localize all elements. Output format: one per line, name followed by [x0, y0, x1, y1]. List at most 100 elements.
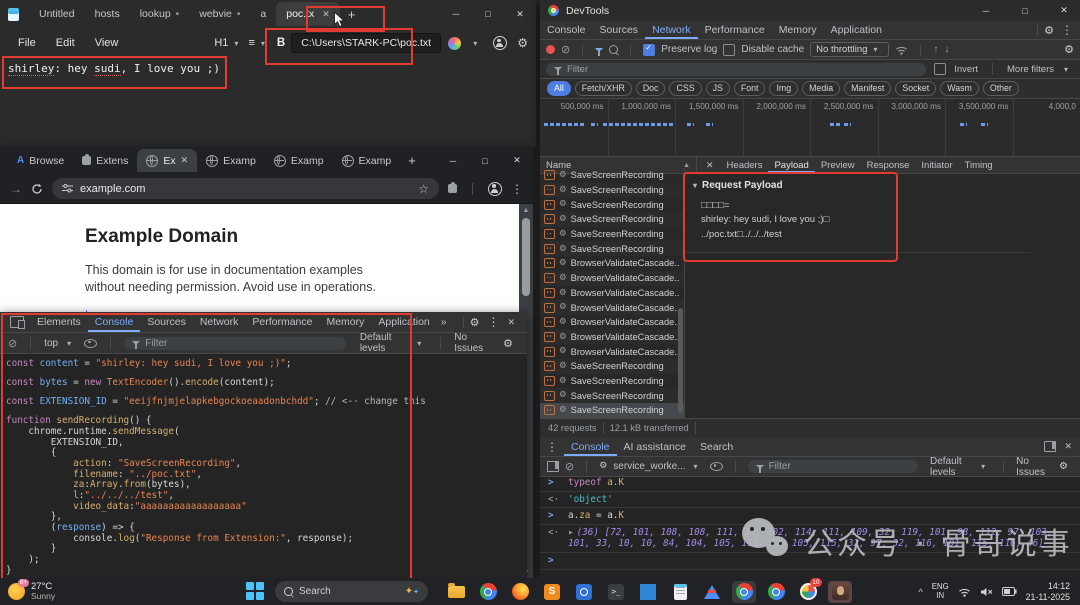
clock[interactable]: 14:12 21-11-2025: [1026, 581, 1070, 603]
more-filters-dropdown[interactable]: More filters: [1007, 64, 1054, 75]
settings-gear-icon[interactable]: ⚙: [470, 317, 480, 328]
bookmark-star-icon[interactable]: ☆: [418, 182, 429, 196]
taskbar-chrome-active[interactable]: [732, 581, 756, 603]
tab-console[interactable]: Console: [540, 21, 593, 39]
notepad-new-tab-button[interactable]: +: [348, 7, 356, 22]
close-tab-icon[interactable]: ✕: [322, 9, 330, 20]
request-row[interactable]: ⚙BrowserValidateCascade...: [540, 300, 684, 315]
taskbar-vscode[interactable]: [636, 581, 660, 603]
minimize-button[interactable]: ─: [970, 0, 1002, 24]
chip-js[interactable]: JS: [706, 81, 730, 95]
tab-network[interactable]: Network: [193, 312, 246, 332]
tab-sources[interactable]: Sources: [140, 312, 193, 332]
close-icon[interactable]: ✕: [507, 317, 515, 328]
chevron-down-icon[interactable]: ▾: [67, 339, 71, 348]
context-selector[interactable]: top: [44, 338, 58, 349]
request-row[interactable]: ⚙BrowserValidateCascade...: [540, 286, 684, 301]
request-row[interactable]: ⚙SaveScreenRecording: [540, 403, 684, 418]
dock-panel-icon[interactable]: [1044, 441, 1056, 452]
clear-console-icon[interactable]: ⊘: [8, 337, 17, 350]
request-row[interactable]: ⚙SaveScreenRecording: [540, 388, 684, 403]
close-button[interactable]: ✕: [504, 1, 536, 27]
menu-file[interactable]: File: [8, 37, 46, 49]
request-row[interactable]: ⚙BrowserValidateCascade...: [540, 271, 684, 286]
preserve-log-checkbox[interactable]: [643, 44, 655, 56]
tab-performance[interactable]: Performance: [698, 21, 772, 39]
console-sidebar-icon[interactable]: [547, 461, 559, 472]
record-network-log-icon[interactable]: [546, 45, 555, 54]
expand-icon[interactable]: ▸: [568, 527, 574, 538]
tab-memory[interactable]: Memory: [772, 21, 824, 39]
request-row[interactable]: ⚙BrowserValidateCascade...: [540, 256, 684, 271]
request-row[interactable]: ⚙SaveScreenRecording: [540, 183, 684, 198]
tab-application[interactable]: Application: [824, 21, 889, 39]
request-payload-header[interactable]: ▾ Request Payload: [685, 168, 1080, 191]
request-row[interactable]: ⚙BrowserValidateCascade...: [540, 344, 684, 359]
network-filter-input[interactable]: Filter: [546, 63, 926, 76]
reload-icon[interactable]: [31, 183, 43, 195]
disable-cache-checkbox[interactable]: [723, 44, 735, 56]
extensions-icon[interactable]: [448, 184, 457, 193]
profile-icon[interactable]: [488, 182, 502, 196]
browser-tab[interactable]: ABrowse: [8, 149, 73, 172]
chip-img[interactable]: Img: [769, 81, 798, 95]
taskbar-search[interactable]: Search ✦✦: [275, 581, 428, 602]
search-icon[interactable]: [609, 45, 618, 54]
request-row[interactable]: ⚙SaveScreenRecording: [540, 227, 684, 242]
copilot-icon[interactable]: [448, 37, 461, 50]
notepad-tab[interactable]: hosts: [85, 2, 130, 26]
maximize-button[interactable]: □: [469, 148, 501, 174]
taskbar-firefox[interactable]: [508, 581, 532, 603]
forward-icon[interactable]: →: [10, 182, 22, 196]
more-tabs-icon[interactable]: »: [441, 316, 447, 328]
taskbar-snipaste[interactable]: S: [540, 581, 564, 603]
taskbar-chrome[interactable]: [476, 581, 500, 603]
browser-tab[interactable]: Examp: [197, 149, 265, 172]
chip-other[interactable]: Other: [983, 81, 1019, 95]
invert-checkbox[interactable]: [934, 63, 946, 75]
close-button[interactable]: ✕: [1048, 0, 1080, 24]
chip-manifest[interactable]: Manifest: [844, 81, 891, 95]
maximize-button[interactable]: □: [1009, 0, 1041, 24]
tab-elements[interactable]: Elements: [30, 312, 88, 332]
tray-expand-icon[interactable]: ^: [919, 587, 923, 597]
site-settings-icon[interactable]: [62, 184, 73, 193]
live-expression-eye-icon[interactable]: [84, 339, 97, 348]
drawer-filter-input[interactable]: Filter: [748, 460, 918, 473]
notepad-tab[interactable]: Untitled: [29, 2, 85, 26]
tab-sources[interactable]: Sources: [593, 21, 646, 39]
start-button[interactable]: [246, 582, 265, 601]
list-style-button[interactable]: ≡: [248, 37, 254, 49]
close-tab-icon[interactable]: ✕: [181, 155, 189, 166]
settings-gear-icon[interactable]: ⚙: [1044, 25, 1054, 36]
collapse-icon[interactable]: ▾: [693, 181, 697, 190]
filter-funnel-icon[interactable]: [595, 48, 603, 52]
close-drawer-icon[interactable]: ✕: [1064, 441, 1072, 452]
network-settings-gear-icon[interactable]: ⚙: [1064, 44, 1074, 55]
chip-fetch-xhr[interactable]: Fetch/XHR: [575, 81, 632, 95]
browser-tab[interactable]: Examp: [333, 149, 401, 172]
devtools-menu-icon[interactable]: ⋮: [1061, 23, 1073, 37]
log-levels-dropdown[interactable]: Default levels: [360, 332, 408, 354]
request-row[interactable]: ⚙SaveScreenRecording: [540, 374, 684, 389]
drawer-tab-console[interactable]: Console: [564, 437, 617, 456]
notepad-tab[interactable]: a: [250, 2, 276, 26]
export-har-icon[interactable]: ↓: [944, 44, 949, 55]
request-row[interactable]: ⚙SaveScreenRecording: [540, 197, 684, 212]
menu-edit[interactable]: Edit: [46, 37, 85, 49]
import-har-icon[interactable]: ↑: [933, 44, 938, 55]
volume-muted-icon[interactable]: [980, 587, 993, 597]
browser-tab[interactable]: Extens: [73, 149, 137, 172]
settings-gear-icon[interactable]: ⚙: [517, 37, 528, 49]
notepad-text-content[interactable]: shirley: hey sudi, I love you ;): [8, 62, 220, 75]
console-entry[interactable]: <·'object': [540, 492, 1080, 509]
notepad-tab[interactable]: webvie•: [189, 2, 250, 26]
chip-css[interactable]: CSS: [669, 81, 701, 95]
notepad-tab[interactable]: poc.tx✕: [276, 2, 340, 26]
taskbar-file-explorer[interactable]: [444, 581, 468, 603]
bold-button[interactable]: B: [271, 37, 291, 49]
clear-console-icon[interactable]: ⊘: [565, 460, 574, 473]
tab-performance[interactable]: Performance: [245, 312, 319, 332]
language-indicator[interactable]: ENG IN: [932, 583, 949, 601]
drawer-tab-search[interactable]: Search: [693, 437, 740, 456]
